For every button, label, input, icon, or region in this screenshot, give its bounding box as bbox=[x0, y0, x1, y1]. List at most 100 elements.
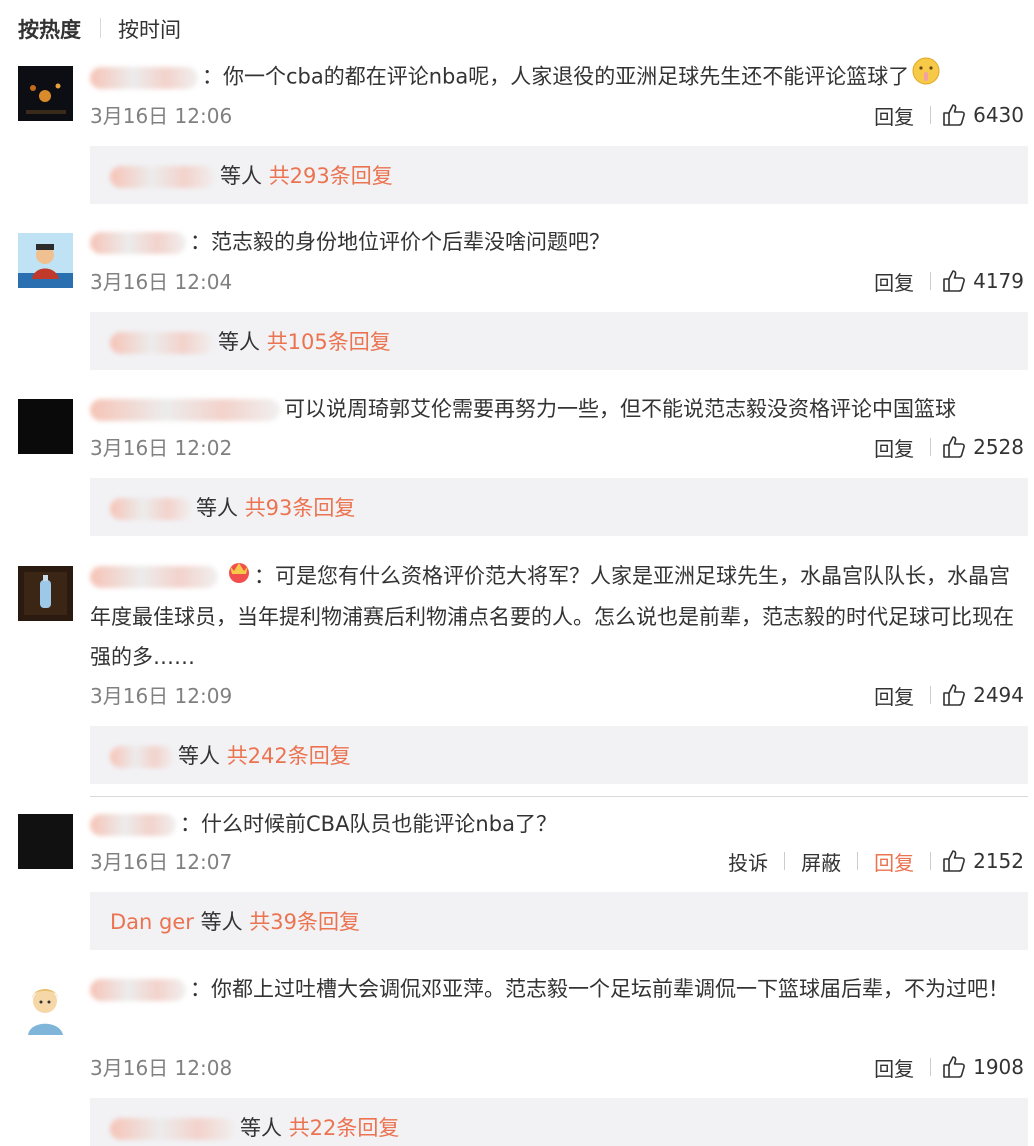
reply-total-link[interactable]: 共242条回复 bbox=[227, 744, 351, 768]
like-count: 2494 bbox=[973, 683, 1024, 707]
reply-button[interactable]: 回复 bbox=[868, 101, 920, 130]
reply-total-link[interactable]: 共93条回复 bbox=[245, 496, 356, 520]
like-count: 2528 bbox=[973, 435, 1024, 459]
complain-button[interactable]: 投诉 bbox=[722, 847, 774, 876]
comment-actions: 回复 6430 bbox=[868, 100, 1024, 130]
username-blurred[interactable] bbox=[90, 979, 186, 1001]
comment-meta: 3月16日 12:02 回复 2528 bbox=[90, 432, 1024, 462]
like-count: 6430 bbox=[973, 103, 1024, 127]
action-separator bbox=[930, 106, 932, 124]
reply-button[interactable]: 回复 bbox=[868, 681, 920, 710]
comment-body: ：范志毅的身份地位评价个后辈没啥问题吧？ bbox=[90, 222, 1020, 262]
username-blurred[interactable] bbox=[90, 232, 186, 254]
reply-total-link[interactable]: 共293条回复 bbox=[269, 164, 393, 188]
reply-summary-box[interactable]: 等人 共242条回复 bbox=[90, 726, 1028, 784]
comment-text: ：什么时候前CBA队员也能评论nba了？ bbox=[180, 812, 557, 836]
comment-time: 3月16日 12:09 bbox=[90, 684, 233, 708]
avatar-cartoon-icon bbox=[18, 233, 73, 288]
reply-summary-box[interactable]: 等人 共22条回复 bbox=[90, 1098, 1028, 1146]
reply-suffix: 等人 bbox=[218, 330, 260, 354]
thumbs-up-icon[interactable] bbox=[941, 1054, 967, 1080]
thumbs-up-icon[interactable] bbox=[941, 268, 967, 294]
comment-list-page: 按热度 按时间 ：你一个cba的都在评论nba呢，人家退役的亚洲足球先生还不能评… bbox=[0, 0, 1034, 1146]
reply-suffix: 等人 bbox=[200, 910, 243, 934]
comment-actions: 回复 1908 bbox=[868, 1052, 1024, 1082]
reply-summary: 等人 共22条回复 bbox=[110, 1112, 399, 1142]
comment-body: 可以说周琦郭艾伦需要再努力一些，但不能说范志毅没资格评论中国篮球 bbox=[90, 389, 1020, 429]
reply-suffix: 等人 bbox=[240, 1116, 282, 1140]
thumbs-up-icon[interactable] bbox=[941, 434, 967, 460]
reply-summary-box[interactable]: Dan ger 等人 共39条回复 bbox=[90, 892, 1028, 950]
action-separator bbox=[930, 852, 932, 870]
comment-meta: 3月16日 12:06 回复 6430 bbox=[90, 100, 1024, 130]
crown-badge-icon bbox=[224, 557, 254, 597]
reply-button[interactable]: 回复 bbox=[868, 433, 920, 462]
action-separator bbox=[930, 438, 932, 456]
reply-username-blurred[interactable] bbox=[110, 746, 174, 768]
action-separator bbox=[784, 852, 786, 870]
avatar-night-scene-icon bbox=[18, 66, 73, 121]
avatar[interactable] bbox=[18, 66, 73, 121]
comment-divider bbox=[90, 796, 1028, 797]
username-blurred[interactable] bbox=[90, 66, 198, 89]
reply-username-blurred[interactable] bbox=[110, 1118, 236, 1140]
reply-summary: 等人 共105条回复 bbox=[110, 326, 391, 356]
comment-text: ：你一个cba的都在评论nba呢，人家退役的亚洲足球先生还不能评论篮球了 bbox=[202, 64, 910, 89]
action-separator bbox=[857, 852, 859, 870]
shush-emoji-icon bbox=[911, 56, 941, 99]
avatar-dark-icon bbox=[18, 814, 73, 869]
avatar[interactable] bbox=[18, 399, 73, 454]
reply-username-blurred[interactable] bbox=[110, 498, 192, 520]
like-count: 1908 bbox=[973, 1055, 1024, 1079]
reply-username-blurred[interactable] bbox=[110, 332, 214, 354]
avatar[interactable] bbox=[18, 980, 73, 1035]
comment-text: ：范志毅的身份地位评价个后辈没啥问题吧？ bbox=[190, 230, 610, 254]
avatar[interactable] bbox=[18, 814, 73, 869]
thumbs-up-icon[interactable] bbox=[941, 682, 967, 708]
username-blurred[interactable] bbox=[90, 566, 218, 588]
sort-bar: 按热度 按时间 bbox=[0, 0, 1034, 52]
reply-username[interactable]: Dan ger bbox=[110, 910, 194, 934]
reply-summary-box[interactable]: 等人 共293条回复 bbox=[90, 146, 1028, 204]
reply-total-link[interactable]: 共22条回复 bbox=[289, 1116, 400, 1140]
like-count: 2152 bbox=[973, 849, 1024, 873]
comment-actions: 回复 2494 bbox=[868, 680, 1024, 710]
comment-body: ：可是您有什么资格评价范大将军？人家是亚洲足球先生，水晶宫队队长，水晶宫年度最佳… bbox=[90, 556, 1020, 677]
sort-by-hot-tab[interactable]: 按热度 bbox=[18, 14, 81, 44]
avatar-girl-cartoon-icon bbox=[18, 980, 73, 1035]
block-button[interactable]: 屏蔽 bbox=[795, 847, 847, 876]
thumbs-up-icon[interactable] bbox=[941, 102, 967, 128]
sort-separator bbox=[100, 18, 101, 38]
username-blurred[interactable] bbox=[90, 399, 280, 421]
comment-actions: 投诉 屏蔽 回复 2152 bbox=[722, 846, 1024, 876]
reply-summary: 等人 共93条回复 bbox=[110, 492, 355, 522]
reply-summary: Dan ger 等人 共39条回复 bbox=[110, 906, 360, 936]
avatar[interactable] bbox=[18, 566, 73, 621]
avatar-bottle-icon bbox=[18, 566, 73, 621]
reply-username-blurred[interactable] bbox=[110, 166, 216, 188]
comment-body: ：你一个cba的都在评论nba呢，人家退役的亚洲足球先生还不能评论篮球了 bbox=[90, 56, 1020, 99]
comment-time: 3月16日 12:07 bbox=[90, 850, 233, 874]
action-separator bbox=[930, 1058, 932, 1076]
reply-summary-box[interactable]: 等人 共105条回复 bbox=[90, 312, 1028, 370]
action-separator bbox=[930, 272, 932, 290]
reply-summary: 等人 共293条回复 bbox=[110, 160, 393, 190]
reply-suffix: 等人 bbox=[220, 164, 262, 188]
comment-body: ：你都上过吐槽大会调侃邓亚萍。范志毅一个足坛前辈调侃一下篮球届后辈，不为过吧！ bbox=[90, 969, 1020, 1009]
comment-text: 可以说周琦郭艾伦需要再努力一些，但不能说范志毅没资格评论中国篮球 bbox=[284, 397, 956, 421]
thumbs-up-icon[interactable] bbox=[941, 848, 967, 874]
reply-total-link[interactable]: 共39条回复 bbox=[249, 910, 360, 934]
username-blurred[interactable] bbox=[90, 814, 176, 836]
comment-meta: 3月16日 12:09 回复 2494 bbox=[90, 680, 1024, 710]
reply-button[interactable]: 回复 bbox=[868, 847, 920, 876]
avatar[interactable] bbox=[18, 233, 73, 288]
avatar-dark-icon bbox=[18, 399, 73, 454]
comment-meta: 3月16日 12:04 回复 4179 bbox=[90, 266, 1024, 296]
sort-by-time-tab[interactable]: 按时间 bbox=[118, 14, 181, 44]
reply-button[interactable]: 回复 bbox=[868, 1053, 920, 1082]
reply-summary: 等人 共242条回复 bbox=[110, 740, 351, 770]
reply-button[interactable]: 回复 bbox=[868, 267, 920, 296]
reply-total-link[interactable]: 共105条回复 bbox=[267, 330, 391, 354]
reply-summary-box[interactable]: 等人 共93条回复 bbox=[90, 478, 1028, 536]
comment-actions: 回复 4179 bbox=[868, 266, 1024, 296]
